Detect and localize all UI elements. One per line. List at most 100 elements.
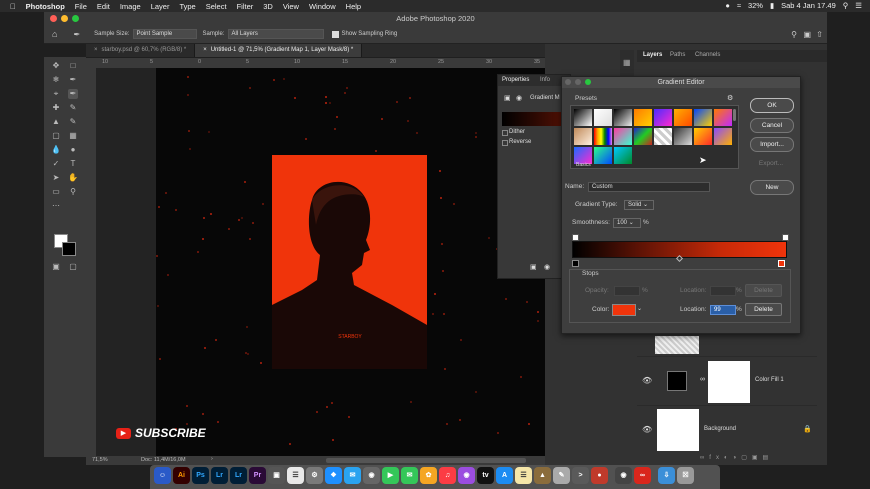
opacity-input[interactable] — [614, 286, 640, 296]
menu-image[interactable]: Image — [120, 2, 141, 11]
menu-filter[interactable]: Filter — [237, 2, 254, 11]
mail-icon[interactable]: ✉ — [344, 467, 361, 484]
close-dialog-button[interactable] — [565, 79, 571, 85]
finder-icon[interactable]: ☺ — [154, 467, 171, 484]
menu-help[interactable]: Help — [346, 2, 361, 11]
gradient-preset-swatch[interactable] — [694, 109, 712, 126]
trash-icon[interactable]: ☒ — [677, 467, 694, 484]
export-button[interactable]: Export... — [750, 157, 792, 170]
zoom-dialog-button[interactable] — [585, 79, 591, 85]
gear-icon[interactable]: ⚙ — [727, 94, 733, 102]
menu-file[interactable]: File — [75, 2, 87, 11]
gradient-preset-swatch[interactable] — [674, 109, 692, 126]
ok-button[interactable]: OK — [750, 98, 794, 113]
apple-icon[interactable]:  — [10, 2, 16, 11]
safari-icon[interactable]: ❖ — [325, 467, 342, 484]
notes-icon[interactable]: ☰ — [515, 467, 532, 484]
gradient-tool-icon[interactable]: ▦ — [68, 131, 78, 141]
color-stop-right[interactable] — [778, 260, 785, 267]
wifi-icon[interactable]: ≈ — [737, 1, 741, 10]
facetime-icon[interactable]: ▶ — [382, 467, 399, 484]
gradient-preset-swatch[interactable] — [654, 128, 672, 145]
horizontal-scrollbar[interactable] — [326, 458, 526, 463]
screen-mode-icon[interactable]: ▢ — [68, 262, 78, 272]
search-icon[interactable]: ⚲ — [791, 30, 797, 39]
stamp-tool-icon[interactable]: ▲ — [51, 117, 61, 127]
downloads-folder-icon[interactable]: ⇩ — [658, 467, 675, 484]
gradient-preset-swatch[interactable] — [634, 128, 652, 145]
hand-tool-icon[interactable]: ✋ — [68, 173, 78, 183]
control-center-icon[interactable]: ☰ — [855, 1, 862, 10]
layers-footer-icons[interactable]: ∞fx◐◑▢▣▤ — [700, 454, 820, 462]
mask-icon[interactable]: ◉ — [516, 94, 522, 102]
tab-starboy[interactable]: × starboy.psd @ 60,7% (RGB/8) * — [86, 44, 196, 57]
gradient-type-select[interactable]: Solid ⌄ — [624, 200, 654, 210]
color-delete-button[interactable]: Delete — [745, 303, 782, 316]
premiere-icon[interactable]: Pr — [249, 467, 266, 484]
reverse-checkbox[interactable] — [502, 140, 508, 146]
music-icon[interactable]: ♫ — [439, 467, 456, 484]
stop-color-swatch[interactable] — [612, 304, 636, 316]
history-brush-icon[interactable]: ✎ — [68, 117, 78, 127]
eyedropper-icon[interactable]: ✒ — [73, 30, 80, 39]
photos-icon[interactable]: ✿ — [420, 467, 437, 484]
sample-select[interactable]: All Layers — [227, 29, 324, 39]
vlc-icon[interactable]: ▲ — [534, 467, 551, 484]
photoshop-icon[interactable]: Ps — [192, 467, 209, 484]
zoom-level[interactable]: 71,5% — [92, 457, 108, 463]
creative-cloud-icon[interactable]: ∞ — [634, 467, 651, 484]
gradient-preset-swatch[interactable] — [714, 109, 732, 126]
color-location-input[interactable]: 99 — [710, 305, 736, 315]
type-tool-icon[interactable]: T — [68, 159, 78, 169]
clip-to-layer-icon[interactable]: ▣ — [530, 263, 537, 271]
zoom-tool-icon[interactable]: ⚲ — [68, 187, 78, 197]
share-icon[interactable]: ⇧ — [816, 30, 823, 39]
system-prefs-icon[interactable]: ⚙ — [306, 467, 323, 484]
name-input[interactable]: Custom — [588, 182, 710, 192]
iterm-icon[interactable]: > — [572, 467, 589, 484]
cancel-button[interactable]: Cancel — [750, 118, 794, 133]
chevron-right-icon[interactable]: › — [211, 456, 213, 462]
tab-info[interactable]: Info — [540, 77, 550, 83]
quick-mask-icon[interactable]: ▣ — [51, 262, 61, 272]
healing-tool-icon[interactable]: ✚ — [51, 103, 61, 113]
lightroom-classic-icon[interactable]: Lr — [211, 467, 228, 484]
path-select-icon[interactable]: ➤ — [51, 173, 61, 183]
close-window-button[interactable] — [50, 15, 57, 22]
opacity-stop-left[interactable] — [572, 234, 579, 241]
app-menu[interactable]: Photoshop — [26, 2, 65, 11]
eyedropper-tool-icon[interactable]: ✒ — [68, 89, 78, 99]
chevron-down-icon[interactable]: ⌄ — [637, 305, 642, 312]
gradient-preset-swatch[interactable] — [594, 109, 612, 126]
presets-grid[interactable] — [570, 105, 739, 169]
recorder-icon[interactable]: ● — [591, 467, 608, 484]
eraser-tool-icon[interactable]: ▢ — [51, 131, 61, 141]
layer-name[interactable]: Color Fill 1 — [755, 377, 784, 383]
menu-select[interactable]: Select — [206, 2, 227, 11]
app-store-icon[interactable]: A — [496, 467, 513, 484]
menu-edit[interactable]: Edit — [97, 2, 110, 11]
zoom-window-button[interactable] — [72, 15, 79, 22]
tab-properties[interactable]: Properties — [502, 77, 529, 83]
show-ring-checkbox[interactable] — [331, 30, 339, 38]
contacts-icon[interactable]: ☰ — [287, 467, 304, 484]
gradient-preset-swatch[interactable] — [634, 109, 652, 126]
smoothness-input[interactable]: 100 ⌄ — [613, 218, 641, 228]
brush-tool-icon[interactable]: ✎ — [68, 103, 78, 113]
opacity-location-input[interactable] — [710, 286, 736, 296]
messages-icon[interactable]: ✉ — [401, 467, 418, 484]
record-icon[interactable]: ● — [725, 1, 730, 10]
layer-row-background[interactable]: 👁 Background 🔒 — [637, 405, 817, 454]
import-button[interactable]: Import... — [750, 137, 794, 152]
search-icon[interactable]: ⚲ — [843, 1, 849, 10]
more-tools-icon[interactable]: ⋯ — [51, 201, 61, 211]
dither-checkbox[interactable] — [502, 130, 508, 136]
tab-layers[interactable]: Layers — [643, 52, 662, 58]
close-icon[interactable]: × — [203, 47, 207, 53]
basics-folder[interactable]: Basics — [576, 162, 591, 168]
lightroom-icon[interactable]: Lr — [230, 467, 247, 484]
pen-tool-icon[interactable]: ✓ — [51, 159, 61, 169]
podcasts-icon[interactable]: ◉ — [458, 467, 475, 484]
properties-icon[interactable]: ▦ — [623, 58, 631, 67]
eye-icon[interactable]: 👁 — [642, 425, 652, 434]
